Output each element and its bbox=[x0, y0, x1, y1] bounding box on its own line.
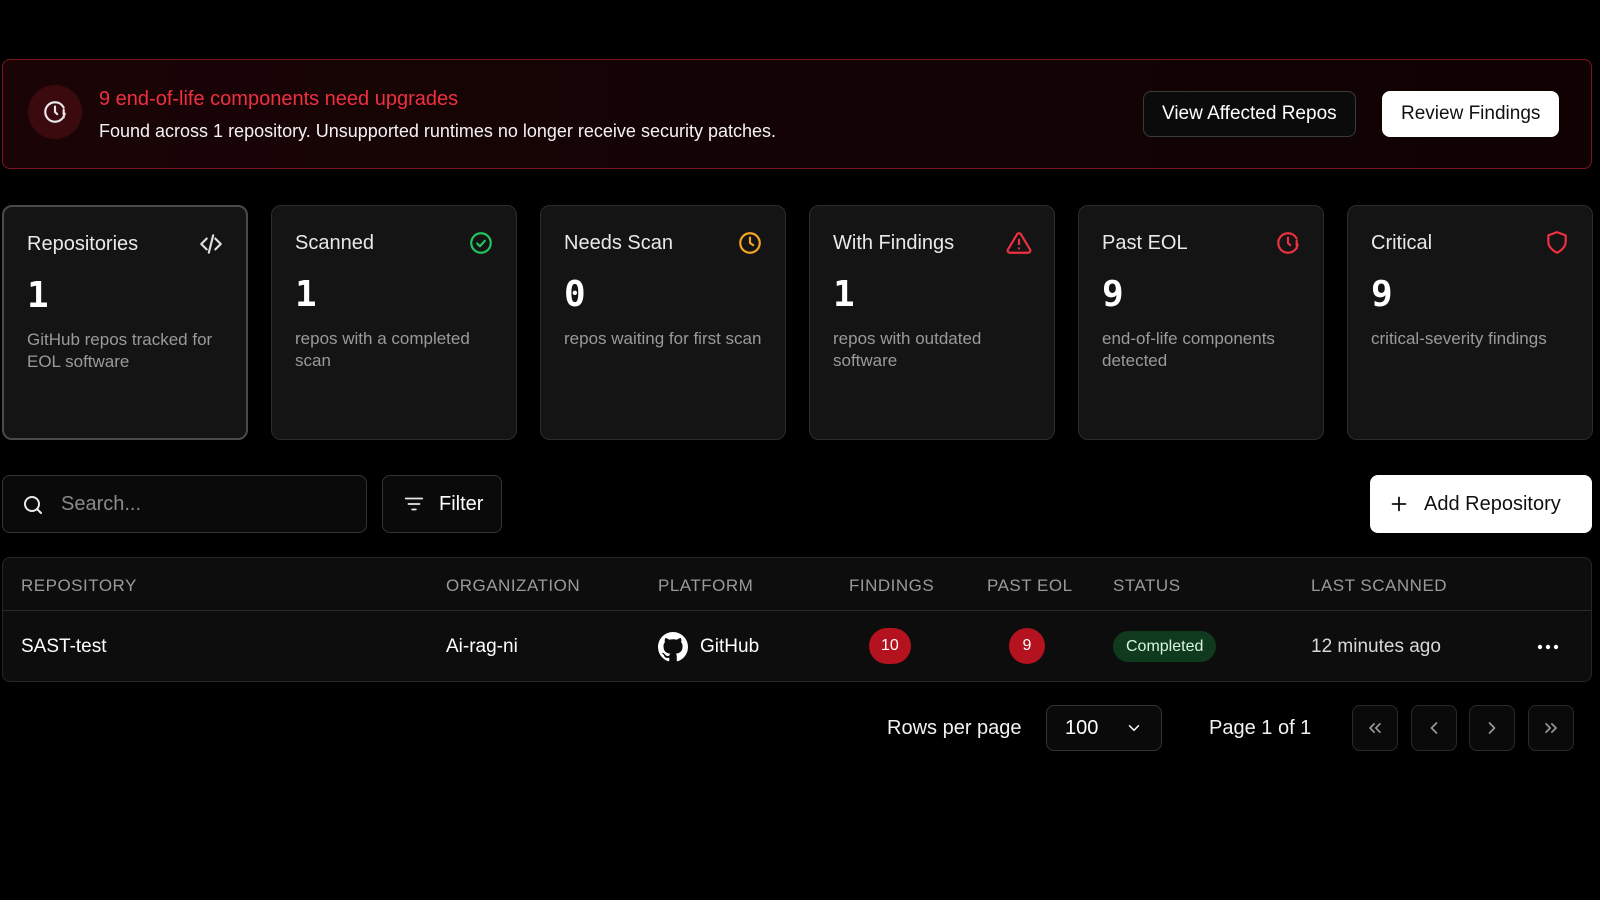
organization-name: Ai-rag-ni bbox=[446, 636, 518, 657]
stat-description: critical-severity findings bbox=[1371, 329, 1547, 348]
stat-description: repos waiting for first scan bbox=[564, 329, 762, 348]
chevrons-right-icon bbox=[1545, 723, 1557, 733]
rows-per-page-value: 100 bbox=[1065, 716, 1099, 739]
findings-count-badge: 10 bbox=[869, 628, 911, 664]
stat-value: 1 bbox=[833, 274, 855, 315]
search-input[interactable] bbox=[61, 484, 351, 524]
stat-description: GitHub repos tracked for EOL software bbox=[27, 330, 213, 371]
more-horizontal-icon bbox=[1537, 644, 1559, 650]
rows-per-page-select[interactable]: 100 bbox=[1046, 705, 1162, 751]
stat-card-with-findings[interactable]: With Findings 1 repos with outdated soft… bbox=[809, 205, 1055, 440]
stat-description: end-of-life components detected bbox=[1102, 329, 1275, 370]
add-repository-button[interactable]: Add Repository bbox=[1370, 475, 1592, 533]
chevrons-left-icon bbox=[1369, 723, 1381, 733]
filter-label: Filter bbox=[439, 492, 484, 515]
rows-per-page-label: Rows per page bbox=[887, 717, 1022, 739]
review-findings-button[interactable]: Review Findings bbox=[1382, 91, 1560, 137]
stat-card-past-eol[interactable]: Past EOL 9 end-of-life components detect… bbox=[1078, 205, 1324, 440]
last-page-button[interactable] bbox=[1528, 705, 1574, 751]
clock-alert-icon bbox=[44, 101, 66, 123]
clock-alert-icon bbox=[1277, 232, 1299, 254]
search-box[interactable] bbox=[2, 475, 367, 533]
github-icon bbox=[658, 632, 688, 662]
column-header-status[interactable]: STATUS bbox=[1113, 576, 1181, 596]
filter-lines-icon bbox=[404, 497, 424, 511]
view-affected-repos-button[interactable]: View Affected Repos bbox=[1143, 91, 1356, 137]
plus-icon bbox=[1391, 496, 1407, 512]
eol-alert-banner: 9 end-of-life components need upgrades F… bbox=[2, 59, 1592, 169]
column-header-platform[interactable]: PLATFORM bbox=[658, 576, 753, 596]
page-indicator: Page 1 of 1 bbox=[1209, 717, 1312, 739]
add-repository-label: Add Repository bbox=[1424, 492, 1561, 515]
stat-card-repositories[interactable]: Repositories 1 GitHub repos tracked for … bbox=[2, 205, 248, 440]
clock-icon bbox=[739, 232, 761, 254]
stat-value: 0 bbox=[564, 274, 586, 315]
row-actions-button[interactable] bbox=[1535, 636, 1561, 658]
column-header-organization[interactable]: ORGANIZATION bbox=[446, 576, 580, 596]
stat-cards: Repositories 1 GitHub repos tracked for … bbox=[2, 205, 1593, 440]
platform-name: GitHub bbox=[700, 636, 760, 657]
stat-description: repos with outdated software bbox=[833, 329, 982, 370]
chevron-down-icon bbox=[1128, 725, 1140, 731]
alert-title: 9 end-of-life components need upgrades bbox=[99, 88, 459, 110]
repositories-table: REPOSITORY ORGANIZATION PLATFORM FINDING… bbox=[2, 557, 1592, 682]
table-row[interactable]: SAST-test Ai-rag-ni GitHub 10 9 Complete… bbox=[3, 612, 1591, 682]
shield-icon bbox=[1547, 231, 1567, 254]
next-page-button[interactable] bbox=[1469, 705, 1515, 751]
stat-value: 9 bbox=[1102, 274, 1124, 315]
chevron-left-icon bbox=[1430, 722, 1438, 734]
alert-description: Found across 1 repository. Unsupported r… bbox=[99, 121, 777, 141]
stat-label: Scanned bbox=[295, 232, 374, 254]
stat-label: Needs Scan bbox=[564, 232, 673, 254]
stat-label: Past EOL bbox=[1102, 232, 1188, 254]
last-scanned-time: 12 minutes ago bbox=[1311, 636, 1441, 657]
code-icon bbox=[200, 234, 222, 254]
previous-page-button[interactable] bbox=[1411, 705, 1457, 751]
table-header: REPOSITORY ORGANIZATION PLATFORM FINDING… bbox=[3, 558, 1591, 611]
stat-label: Critical bbox=[1371, 232, 1433, 254]
stat-card-scanned[interactable]: Scanned 1 repos with a completed scan bbox=[271, 205, 517, 440]
column-header-findings[interactable]: FINDINGS bbox=[849, 576, 934, 596]
column-header-last-scanned[interactable]: LAST SCANNED bbox=[1311, 576, 1447, 596]
stat-card-critical[interactable]: Critical 9 critical-severity findings bbox=[1347, 205, 1593, 440]
stat-value: 9 bbox=[1371, 274, 1393, 315]
column-header-past-eol[interactable]: PAST EOL bbox=[987, 576, 1073, 596]
stat-card-needs-scan[interactable]: Needs Scan 0 repos waiting for first sca… bbox=[540, 205, 786, 440]
stat-label: Repositories bbox=[27, 233, 139, 255]
warning-triangle-icon bbox=[1006, 232, 1032, 254]
alert-icon-container bbox=[28, 85, 82, 139]
chevron-right-icon bbox=[1488, 722, 1496, 734]
stat-value: 1 bbox=[27, 275, 49, 316]
stat-label: With Findings bbox=[833, 232, 955, 254]
stat-value: 1 bbox=[295, 274, 317, 315]
check-circle-icon bbox=[470, 232, 492, 254]
stat-description: repos with a completed scan bbox=[295, 329, 470, 370]
past-eol-count-badge: 9 bbox=[1009, 628, 1045, 664]
search-icon bbox=[24, 496, 42, 514]
filter-button[interactable]: Filter bbox=[382, 475, 502, 533]
column-header-repository[interactable]: REPOSITORY bbox=[21, 576, 137, 596]
status-badge: Completed bbox=[1113, 631, 1217, 662]
repository-name[interactable]: SAST-test bbox=[21, 636, 107, 658]
first-page-button[interactable] bbox=[1352, 705, 1398, 751]
